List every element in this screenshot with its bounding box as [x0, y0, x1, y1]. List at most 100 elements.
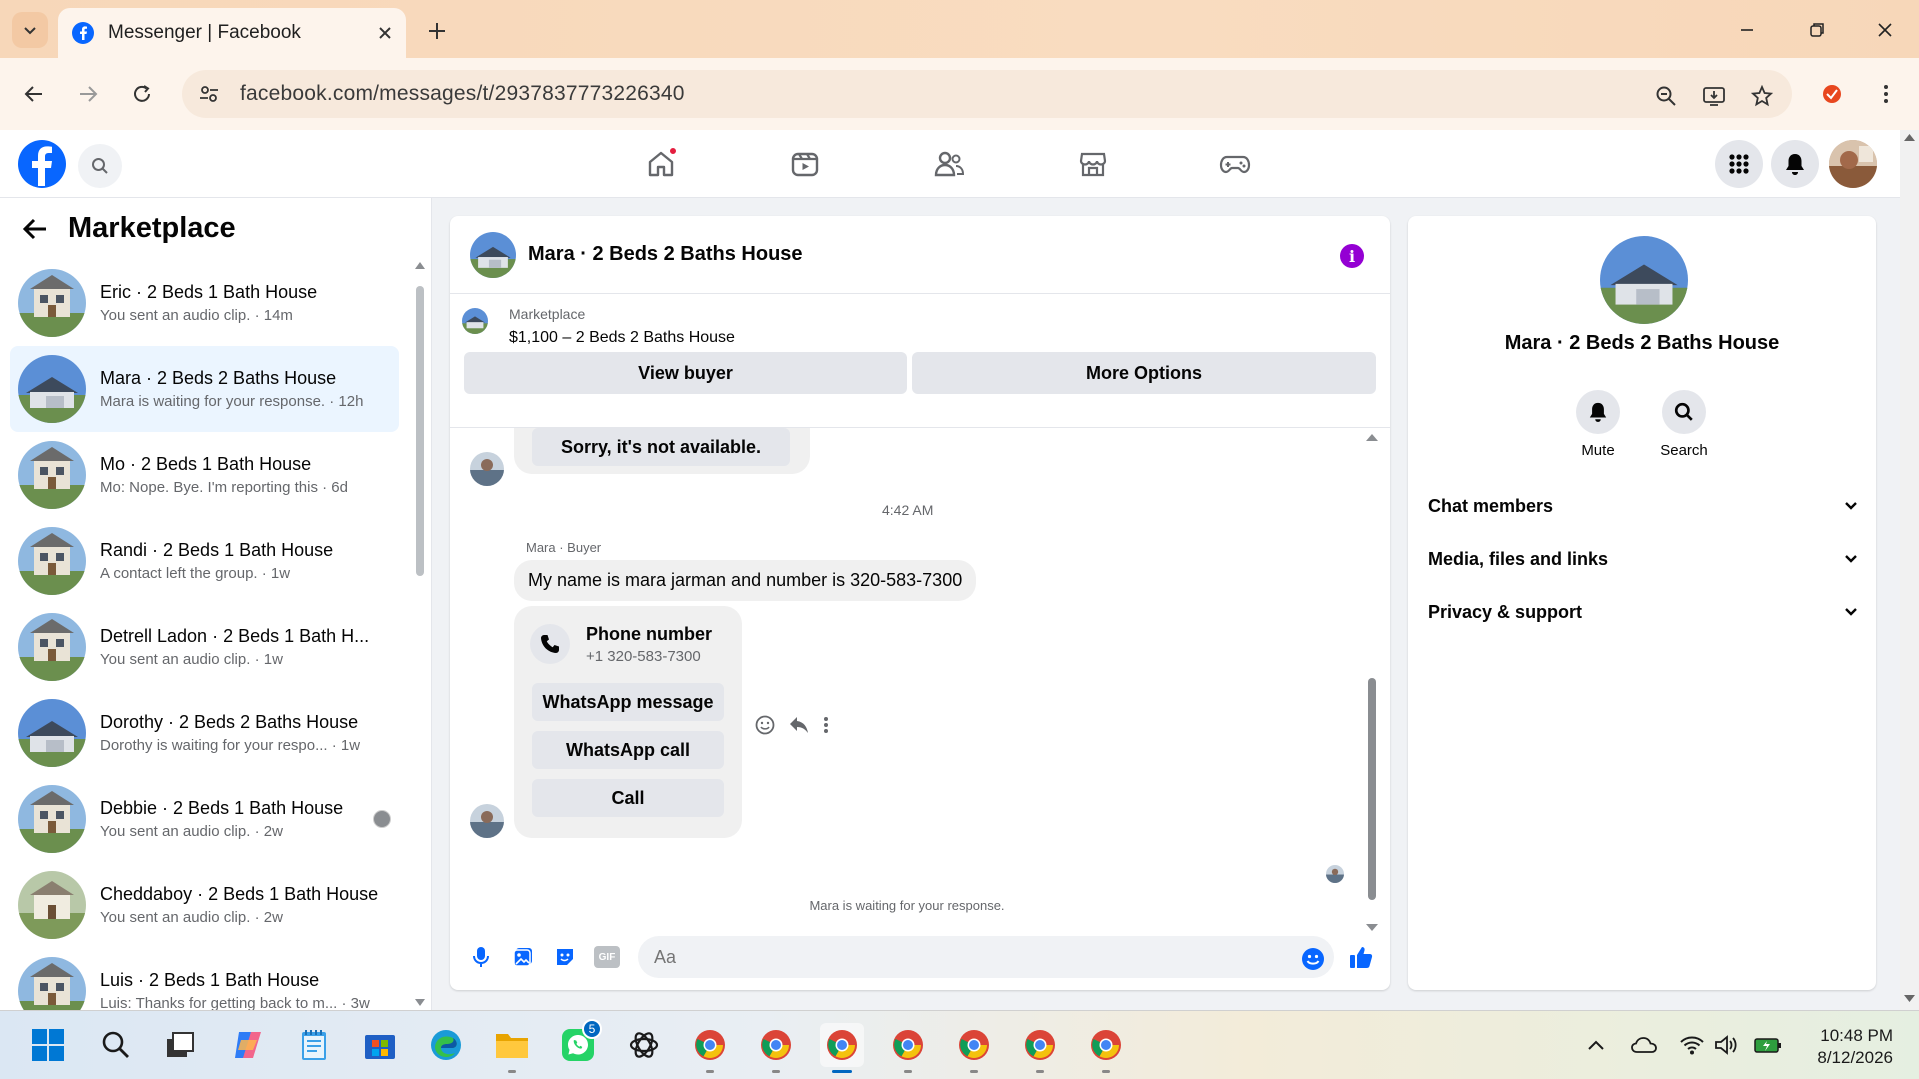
section-media-files-links[interactable]: Media, files and links [1428, 539, 1858, 579]
install-app-button[interactable] [1700, 82, 1728, 110]
chrome-window-1[interactable] [688, 1023, 732, 1073]
chat-scroll-thumb[interactable] [1368, 678, 1376, 900]
conversation-item[interactable]: Eric · 2 Beds 1 Bath House You sent an au… [10, 260, 399, 346]
restore-button[interactable] [1794, 10, 1840, 50]
taskbar-search[interactable] [94, 1023, 138, 1067]
conversation-item[interactable]: Detrell Ladon · 2 Beds 1 Bath H... You se… [10, 604, 399, 690]
onedrive-tray[interactable] [1624, 1023, 1664, 1067]
section-chat-members[interactable]: Chat members [1428, 486, 1858, 526]
chat-avatar[interactable] [470, 231, 516, 278]
call-button[interactable]: Call [532, 779, 724, 817]
mute-action[interactable]: Mute [1553, 390, 1643, 459]
minimize-button[interactable] [1724, 10, 1770, 50]
chrome-window-5[interactable] [952, 1023, 996, 1073]
chatgpt-app[interactable] [622, 1023, 666, 1067]
chrome-window-7[interactable] [1084, 1023, 1128, 1073]
nav-friends[interactable] [924, 142, 974, 186]
sticker-button[interactable] [552, 944, 578, 970]
conversation-item[interactable]: Cheddaboy · 2 Beds 1 Bath House You sent … [10, 862, 399, 948]
copilot-app[interactable] [226, 1023, 270, 1067]
conversation-item[interactable]: Randi · 2 Beds 1 Bath House A contact lef… [10, 518, 399, 604]
listing-thumbnail[interactable] [462, 308, 488, 334]
incoming-message[interactable]: My name is mara jarman and number is 320… [514, 560, 977, 601]
view-buyer-button[interactable]: View buyer [464, 352, 907, 394]
browser-tab-active[interactable]: Messenger | Facebook [58, 8, 406, 58]
whatsapp-app[interactable]: 5 [556, 1019, 602, 1067]
notepad-app[interactable] [292, 1023, 336, 1067]
file-explorer-app[interactable] [490, 1023, 534, 1073]
sidebar-scrollbar[interactable] [414, 260, 426, 1008]
more-options-button[interactable]: More Options [912, 352, 1376, 394]
chat-scrollbar[interactable] [1364, 428, 1380, 933]
taskbar-clock[interactable]: 10:48 PM 8/12/2026 [1817, 1025, 1893, 1069]
sidebar-scroll-thumb[interactable] [416, 286, 424, 576]
edge-app[interactable] [424, 1023, 468, 1067]
page-scrollbar[interactable] [1900, 130, 1919, 1010]
back-arrow-icon[interactable] [22, 217, 48, 241]
not-available-reply[interactable]: Sorry, it's not available. [532, 428, 790, 466]
conversation-name: Mo · 2 Beds 1 Bath House [100, 454, 312, 474]
profile-avatar[interactable] [1829, 140, 1877, 188]
conversation-item[interactable]: Debbie · 2 Beds 1 Bath House You sent an … [10, 776, 399, 862]
react-icon[interactable] [754, 714, 776, 736]
emoji-button[interactable] [1300, 946, 1326, 972]
conversation-info-button[interactable]: i [1340, 244, 1364, 268]
chrome-window-6[interactable] [1018, 1023, 1062, 1073]
zoom-button[interactable] [1652, 82, 1680, 110]
scroll-up-arrow-icon[interactable] [414, 260, 426, 270]
extension-button[interactable] [1814, 76, 1850, 112]
chrome-window-2[interactable] [754, 1023, 798, 1073]
address-bar[interactable]: facebook.com/messages/t/2937837773226340 [182, 70, 1792, 118]
battery-tray[interactable] [1748, 1023, 1788, 1067]
scroll-down-arrow-icon[interactable] [414, 998, 426, 1008]
scroll-up-arrow-icon[interactable] [1364, 432, 1380, 442]
nav-marketplace[interactable] [1068, 142, 1118, 186]
forward-button[interactable] [70, 76, 106, 112]
volume-tray[interactable] [1706, 1023, 1746, 1067]
reload-button[interactable] [124, 76, 160, 112]
back-button[interactable] [16, 76, 52, 112]
browser-menu-button[interactable] [1868, 76, 1904, 112]
voice-clip-button[interactable] [468, 944, 494, 970]
scroll-up-arrow-icon[interactable] [1900, 130, 1919, 144]
reply-icon[interactable] [788, 714, 810, 736]
details-avatar[interactable] [1600, 236, 1688, 324]
facebook-logo[interactable] [18, 140, 66, 188]
task-view-button[interactable] [158, 1023, 202, 1067]
nav-video[interactable] [780, 142, 830, 186]
chrome-window-3[interactable] [820, 1023, 864, 1073]
scroll-down-arrow-icon[interactable] [1900, 992, 1919, 1006]
show-hidden-icons-button[interactable] [1576, 1023, 1616, 1067]
search-conversation-button[interactable] [1662, 390, 1706, 434]
more-vertical-icon[interactable] [822, 714, 830, 736]
close-window-button[interactable] [1862, 10, 1908, 50]
search-action[interactable]: Search [1639, 390, 1729, 459]
sender-avatar-2[interactable] [470, 804, 504, 838]
conversation-item[interactable]: Dorothy · 2 Beds 2 Baths House Dorothy is… [10, 690, 399, 776]
gif-button[interactable]: GIF [594, 946, 620, 968]
new-tab-button[interactable] [420, 14, 454, 48]
listing-price[interactable]: $1,100 – 2 Beds 2 Baths House [509, 329, 735, 347]
nav-home[interactable] [636, 142, 686, 186]
sender-avatar[interactable] [470, 452, 504, 486]
tab-search-dropdown[interactable] [12, 12, 48, 48]
section-privacy-support[interactable]: Privacy & support [1428, 592, 1858, 632]
site-info-icon[interactable] [198, 83, 220, 105]
nav-gaming[interactable] [1210, 142, 1260, 186]
mute-button[interactable] [1576, 390, 1620, 434]
start-button[interactable] [26, 1023, 70, 1067]
conversation-item[interactable]: Mara · 2 Beds 2 Baths House Mara is waiti… [10, 346, 399, 432]
whatsapp-call-button[interactable]: WhatsApp call [532, 731, 724, 769]
attach-photo-button[interactable] [510, 944, 536, 970]
bookmark-button[interactable] [1748, 82, 1776, 110]
facebook-search-button[interactable] [78, 144, 122, 188]
microsoft-store-app[interactable] [358, 1023, 402, 1067]
whatsapp-message-button[interactable]: WhatsApp message [532, 683, 724, 721]
conversation-item[interactable]: Mo · 2 Beds 1 Bath House Mo: Nope. Bye. I… [10, 432, 399, 518]
menu-button[interactable] [1715, 140, 1763, 188]
notifications-button[interactable] [1771, 140, 1819, 188]
like-button[interactable] [1348, 944, 1374, 970]
chrome-window-4[interactable] [886, 1023, 930, 1073]
message-input[interactable] [638, 936, 1334, 978]
close-tab-icon[interactable] [378, 26, 392, 40]
